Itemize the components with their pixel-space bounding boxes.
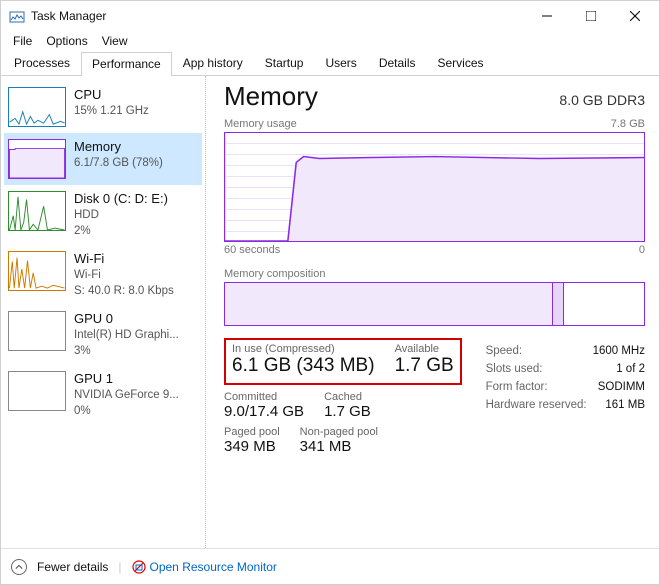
cached-value: 1.7 GB bbox=[324, 403, 371, 420]
sidebar-label: Memory bbox=[74, 139, 163, 155]
tab-processes[interactable]: Processes bbox=[3, 51, 81, 75]
menu-file[interactable]: File bbox=[7, 33, 38, 49]
nonpaged-value: 341 MB bbox=[300, 438, 378, 455]
sidebar-label: GPU 1 bbox=[74, 371, 179, 387]
highlighted-stats: In use (Compressed) 6.1 GB (343 MB) Avai… bbox=[224, 338, 462, 385]
menu-bar: File Options View bbox=[1, 31, 659, 51]
paged-value: 349 MB bbox=[224, 438, 280, 455]
in-use-label: In use (Compressed) bbox=[232, 343, 375, 355]
sidebar-label: Wi-Fi bbox=[74, 251, 174, 267]
memory-composition-chart bbox=[224, 282, 645, 326]
in-use-value: 6.1 GB (343 MB) bbox=[232, 355, 375, 377]
sidebar-item-gpu0[interactable]: GPU 0Intel(R) HD Graphi...3% bbox=[4, 305, 202, 365]
form-val: SODIMM bbox=[593, 378, 645, 396]
app-icon bbox=[9, 8, 25, 24]
tab-performance[interactable]: Performance bbox=[81, 52, 172, 76]
sidebar-item-gpu1[interactable]: GPU 1NVIDIA GeForce 9...0% bbox=[4, 365, 202, 425]
available-value: 1.7 GB bbox=[395, 355, 454, 377]
form-key: Form factor: bbox=[486, 378, 587, 396]
sidebar: CPU15% 1.21 GHz Memory6.1/7.8 GB (78%) D… bbox=[1, 76, 206, 548]
speed-key: Speed: bbox=[486, 342, 587, 360]
nonpaged-label: Non-paged pool bbox=[300, 426, 378, 438]
title-bar: Task Manager bbox=[1, 1, 659, 31]
available-label: Available bbox=[395, 343, 454, 355]
minimize-button[interactable] bbox=[525, 1, 569, 31]
tab-services[interactable]: Services bbox=[427, 51, 495, 75]
sidebar-label: Disk 0 (C: D: E:) bbox=[74, 191, 168, 207]
page-title: Memory bbox=[224, 81, 318, 112]
chart-xright: 0 bbox=[639, 244, 645, 256]
chart-xleft: 60 seconds bbox=[224, 244, 280, 256]
menu-view[interactable]: View bbox=[96, 33, 134, 49]
open-resource-monitor-link[interactable]: Open Resource Monitor bbox=[132, 560, 277, 574]
slots-val: 1 of 2 bbox=[593, 360, 645, 378]
close-button[interactable] bbox=[613, 1, 657, 31]
tab-details[interactable]: Details bbox=[368, 51, 427, 75]
tab-strip: Processes Performance App history Startu… bbox=[1, 51, 659, 76]
cached-label: Cached bbox=[324, 391, 371, 403]
page-subtitle: 8.0 GB DDR3 bbox=[559, 92, 645, 108]
hw-key: Hardware reserved: bbox=[486, 396, 587, 414]
sidebar-item-wifi[interactable]: Wi-FiWi-FiS: 40.0 R: 8.0 Kbps bbox=[4, 245, 202, 305]
chevron-up-icon[interactable] bbox=[11, 559, 27, 575]
sidebar-item-disk[interactable]: Disk 0 (C: D: E:)HDD2% bbox=[4, 185, 202, 245]
tab-app-history[interactable]: App history bbox=[172, 51, 254, 75]
composition-label: Memory composition bbox=[224, 268, 325, 280]
chart-label: Memory usage bbox=[224, 118, 297, 130]
sidebar-item-memory[interactable]: Memory6.1/7.8 GB (78%) bbox=[4, 133, 202, 185]
sidebar-item-cpu[interactable]: CPU15% 1.21 GHz bbox=[4, 81, 202, 133]
sidebar-label: CPU bbox=[74, 87, 149, 103]
paged-label: Paged pool bbox=[224, 426, 280, 438]
maximize-button[interactable] bbox=[569, 1, 613, 31]
slots-key: Slots used: bbox=[486, 360, 587, 378]
stats-block: In use (Compressed) 6.1 GB (343 MB) Avai… bbox=[224, 338, 645, 455]
hw-val: 161 MB bbox=[593, 396, 645, 414]
footer: Fewer details | Open Resource Monitor bbox=[1, 548, 659, 584]
main-area: CPU15% 1.21 GHz Memory6.1/7.8 GB (78%) D… bbox=[1, 76, 659, 548]
sidebar-label: GPU 0 bbox=[74, 311, 179, 327]
chart-max: 7.8 GB bbox=[611, 118, 645, 130]
content-pane: Memory 8.0 GB DDR3 Memory usage 7.8 GB 60… bbox=[206, 76, 659, 548]
committed-label: Committed bbox=[224, 391, 304, 403]
tab-users[interactable]: Users bbox=[314, 51, 367, 75]
committed-value: 9.0/17.4 GB bbox=[224, 403, 304, 420]
tab-startup[interactable]: Startup bbox=[254, 51, 315, 75]
menu-options[interactable]: Options bbox=[40, 33, 93, 49]
resource-monitor-icon bbox=[132, 560, 146, 574]
memory-usage-chart bbox=[224, 132, 645, 242]
fewer-details-link[interactable]: Fewer details bbox=[37, 560, 108, 574]
speed-val: 1600 MHz bbox=[593, 342, 645, 360]
window-title: Task Manager bbox=[31, 9, 525, 23]
